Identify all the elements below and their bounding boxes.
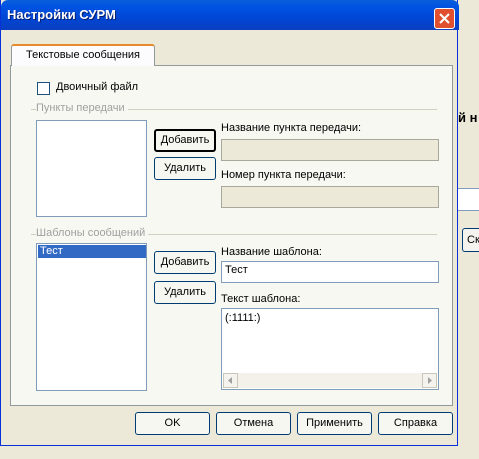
binary-file-checkbox[interactable] [37,82,50,95]
scroll-right-button[interactable] [422,373,437,388]
background-window-text: й н [458,110,478,125]
transmission-point-name-label: Название пункта передачи: [221,122,362,134]
template-name-input[interactable]: Тест [221,261,439,283]
transmission-point-name-field[interactable] [221,139,439,161]
message-templates-list[interactable]: Тест [36,243,147,391]
settings-dialog: Настройки СУРМ Текстовые сообщения Двоич… [0,0,459,446]
window-title: Настройки СУРМ [7,7,116,22]
cancel-button[interactable]: Отмена [216,412,291,435]
title-bar[interactable]: Настройки СУРМ [1,0,459,30]
template-name-label: Название шаблона: [221,246,322,258]
transmission-points-group-label: Пункты передачи [36,102,128,114]
template-text-scrollbar[interactable] [223,373,437,388]
message-templates-group-label: Шаблоны сообщений [36,227,149,239]
close-button[interactable] [434,8,455,29]
template-text-content: (:1111:) [225,312,261,324]
close-icon [439,13,450,24]
tab-text-messages[interactable]: Текстовые сообщения [11,44,155,66]
template-text-label: Текст шаблона: [221,293,301,305]
template-text-area[interactable]: (:1111:) [221,308,439,390]
transmission-point-number-field[interactable] [221,186,439,208]
arrow-left-icon [228,377,232,384]
apply-button[interactable]: Применить [297,412,372,435]
background-window-button[interactable]: Ск [462,228,479,252]
list-item[interactable]: Тест [38,245,146,258]
remove-template-button[interactable]: Удалить [154,281,216,304]
background-window-field [455,188,479,211]
help-button[interactable]: Справка [378,412,453,435]
arrow-right-icon [428,377,432,384]
ok-button[interactable]: OK [135,412,210,435]
transmission-points-list[interactable] [36,120,147,217]
transmission-point-number-label: Номер пункта передачи: [221,169,346,181]
add-template-button[interactable]: Добавить [154,251,216,274]
binary-file-label: Двоичный файл [56,81,139,93]
remove-transmission-point-button[interactable]: Удалить [154,157,216,180]
scroll-left-button[interactable] [223,373,238,388]
add-transmission-point-button[interactable]: Добавить [154,129,216,152]
